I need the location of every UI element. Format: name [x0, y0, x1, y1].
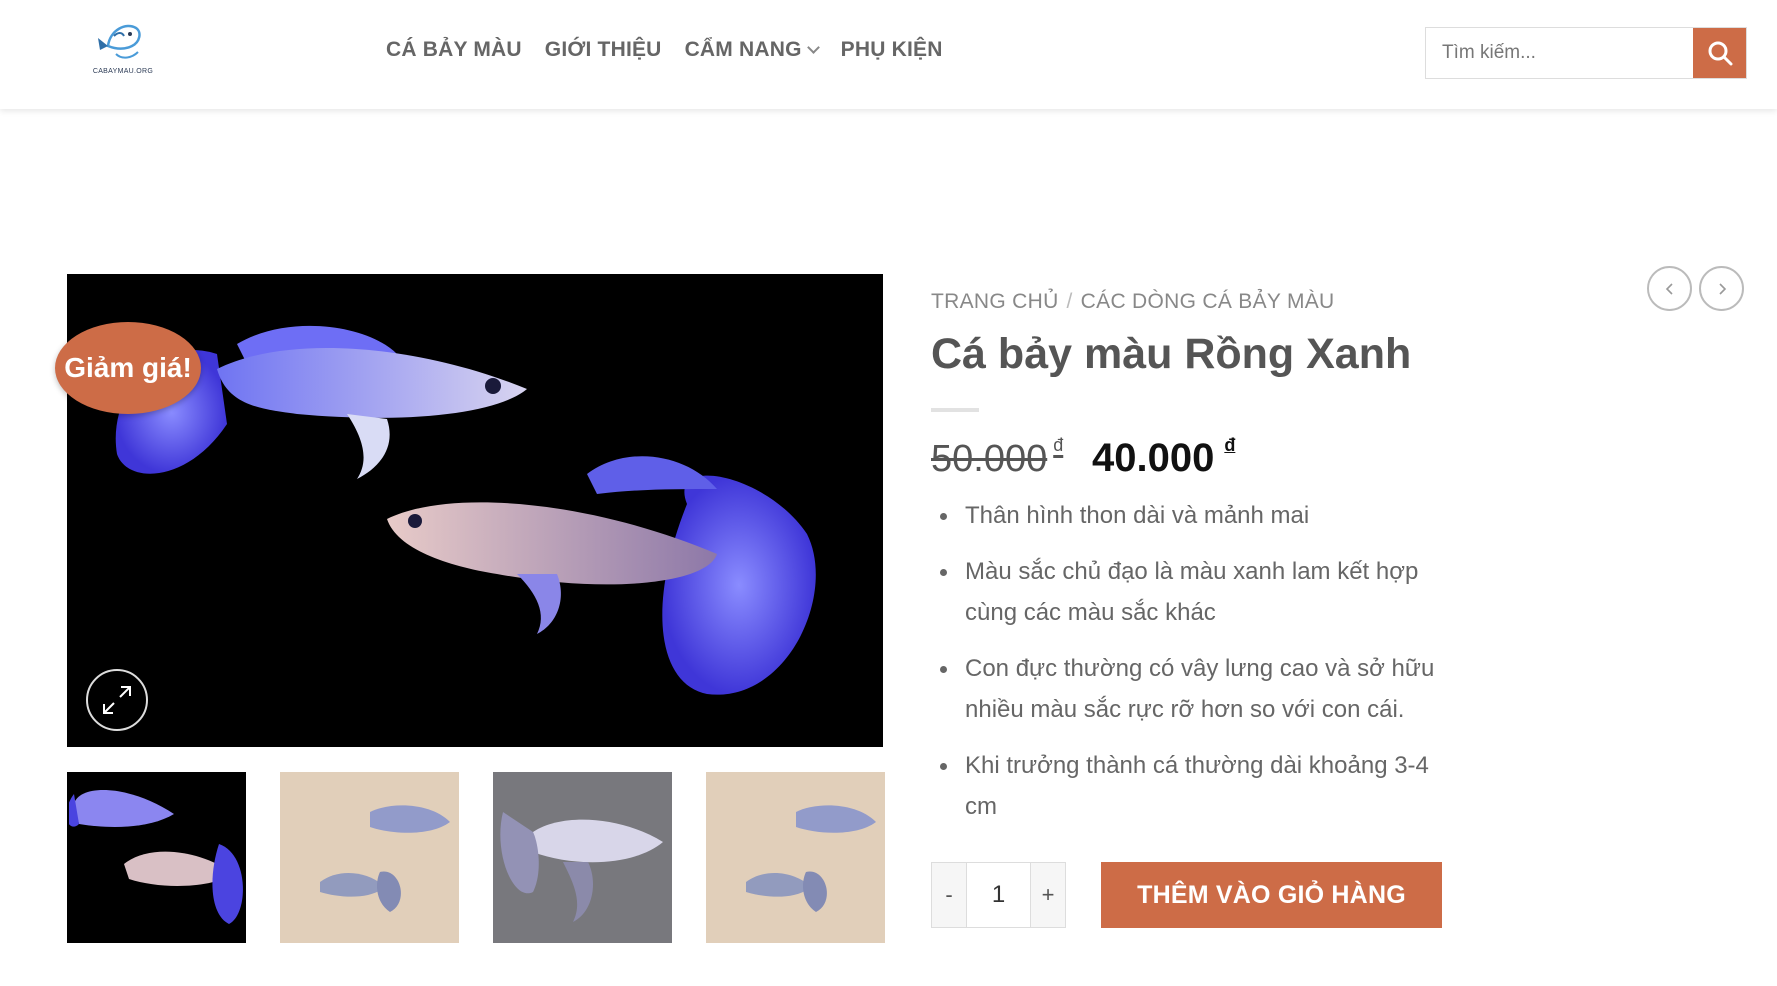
- thumbnail-1[interactable]: [67, 772, 246, 943]
- search-input[interactable]: [1426, 28, 1693, 78]
- prev-product-button[interactable]: [1647, 266, 1692, 311]
- nav-item-phu-kien[interactable]: PHỤ KIỆN: [841, 38, 943, 62]
- guppy-thumb: [280, 772, 459, 943]
- list-item: Thân hình thon dài và mảnh mai: [940, 495, 1460, 536]
- nav-item-ca-bay-mau[interactable]: CÁ BẢY MÀU: [386, 38, 522, 62]
- currency-symbol: đ: [1224, 435, 1236, 455]
- expand-icon: [103, 686, 131, 714]
- price-new-amount: 40.000: [1092, 436, 1215, 480]
- qty-plus-button[interactable]: +: [1030, 862, 1066, 928]
- qty-input[interactable]: 1: [967, 862, 1030, 928]
- price-old-amount: 50.000: [931, 438, 1048, 480]
- chevron-left-icon: [1665, 282, 1673, 295]
- chevron-right-icon: [1718, 282, 1726, 295]
- product-title: Cá bảy màu Rồng Xanh: [931, 330, 1412, 378]
- guppy-thumb: [706, 772, 885, 943]
- guppy-thumb: [69, 774, 244, 941]
- chevron-down-icon: [806, 41, 820, 54]
- thumbnail-2[interactable]: [280, 772, 459, 943]
- thumbnail-3[interactable]: [493, 772, 672, 943]
- main-nav: CÁ BẢY MÀU GIỚI THIỆU CẨM NANG PHỤ KIỆN: [386, 38, 966, 62]
- list-item: Con đực thường có vây lưng cao và sở hữu…: [940, 648, 1460, 730]
- nav-item-gioi-thieu[interactable]: GIỚI THIỆU: [545, 38, 662, 62]
- zoom-button[interactable]: [86, 669, 148, 731]
- guppy-thumb: [493, 772, 672, 943]
- nav-item-cam-nang[interactable]: CẨM NANG: [684, 38, 820, 62]
- breadcrumb: TRANG CHỦ / CÁC DÒNG CÁ BẢY MÀU: [931, 290, 1335, 314]
- site-logo[interactable]: CABAYMAU.ORG: [88, 16, 168, 78]
- breadcrumb-separator: /: [1066, 290, 1073, 313]
- search-icon: [1708, 41, 1732, 66]
- list-item: Màu sắc chủ đạo là màu xanh lam kết hợp …: [940, 551, 1460, 633]
- fish-logo-icon: [98, 24, 141, 59]
- breadcrumb-category[interactable]: CÁC DÒNG CÁ BẢY MÀU: [1081, 290, 1335, 313]
- quantity-stepper: - 1 +: [931, 862, 1066, 928]
- sale-badge: Giảm giá!: [55, 322, 201, 414]
- qty-minus-button[interactable]: -: [931, 862, 967, 928]
- search-form: [1425, 27, 1747, 79]
- thumbnail-strip: [67, 772, 885, 943]
- breadcrumb-home[interactable]: TRANG CHỦ: [931, 290, 1059, 313]
- nav-item-label: CẨM NANG: [684, 38, 802, 61]
- currency-symbol: đ: [1053, 435, 1064, 455]
- search-button[interactable]: [1693, 28, 1746, 78]
- price-new: 40.000 đ: [1092, 435, 1235, 481]
- site-header: CABAYMAU.ORG CÁ BẢY MÀU GIỚI THIỆU CẨM N…: [0, 0, 1777, 109]
- next-product-button[interactable]: [1699, 266, 1744, 311]
- logo-text: CABAYMAU.ORG: [92, 68, 154, 75]
- title-divider: [931, 408, 979, 412]
- add-to-cart-button[interactable]: THÊM VÀO GIỎ HÀNG: [1101, 862, 1442, 928]
- price-old: 50.000 đ: [931, 435, 1063, 481]
- list-item: Khi trưởng thành cá thường dài khoảng 3-…: [940, 745, 1460, 827]
- feature-list: Thân hình thon dài và mảnh mai Màu sắc c…: [940, 495, 1460, 842]
- thumbnail-4[interactable]: [706, 772, 885, 943]
